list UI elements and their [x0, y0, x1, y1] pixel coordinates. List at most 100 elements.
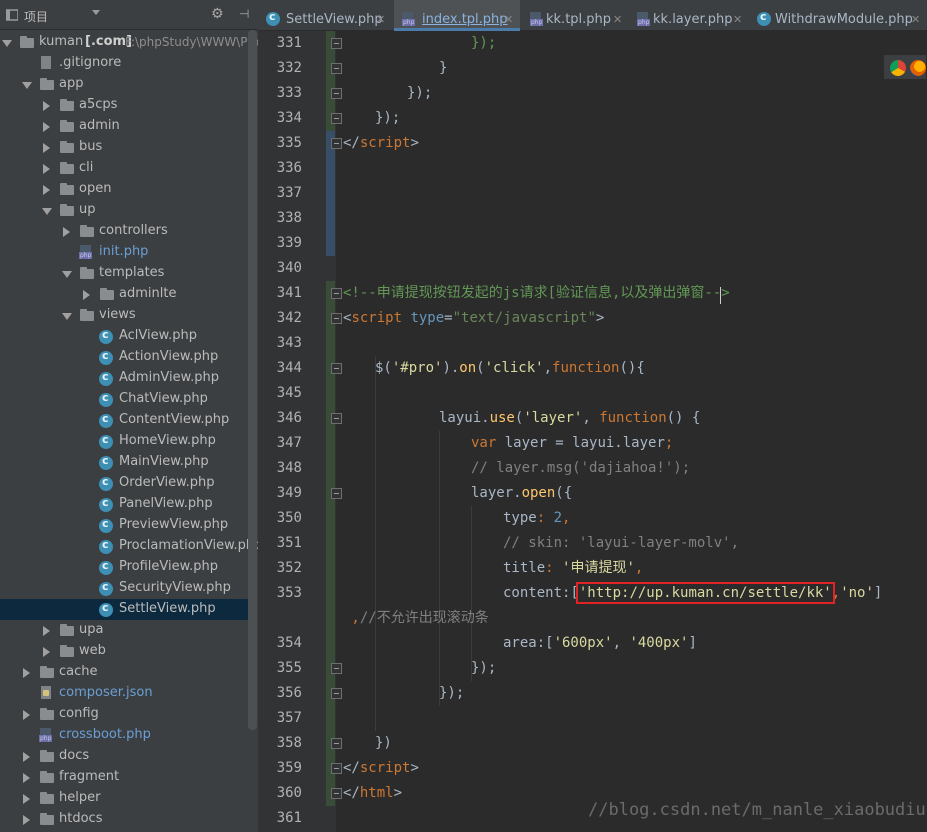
fold-icon[interactable]: [331, 763, 342, 774]
fold-icon[interactable]: [331, 288, 342, 299]
expand-arrow-icon[interactable]: [42, 208, 52, 215]
collapse-arrow-icon[interactable]: [23, 668, 30, 678]
expand-arrow-icon[interactable]: [2, 40, 12, 47]
tree-item[interactable]: htdocs: [0, 809, 250, 830]
code-text: (: [476, 360, 485, 376]
tree-item[interactable]: config: [0, 704, 250, 725]
fold-icon[interactable]: [331, 788, 342, 799]
hide-panel-icon[interactable]: ⊣: [239, 8, 249, 20]
code-text: layer.: [471, 485, 522, 501]
tree-item[interactable]: AclView.php: [0, 326, 250, 347]
tree-item[interactable]: ProclamationView.php: [0, 536, 258, 557]
tree-item[interactable]: adminlte: [0, 284, 250, 305]
tree-item-label: views: [99, 307, 136, 322]
tree-item[interactable]: bus: [0, 137, 250, 158]
tree-item[interactable]: ChatView.php: [0, 389, 250, 410]
collapse-arrow-icon[interactable]: [43, 143, 50, 153]
collapse-arrow-icon[interactable]: [23, 794, 30, 804]
fold-icon[interactable]: [331, 738, 342, 749]
indent-guide: [439, 431, 440, 706]
tree-item[interactable]: templates: [0, 263, 250, 284]
close-icon[interactable]: ✕: [733, 13, 742, 26]
tree-item[interactable]: HomeView.php: [0, 431, 250, 452]
tree-item[interactable]: views: [0, 305, 250, 326]
tree-item[interactable]: open: [0, 179, 250, 200]
collapse-arrow-icon[interactable]: [23, 815, 30, 825]
tree-item[interactable]: cli: [0, 158, 250, 179]
tree-item[interactable]: app: [0, 74, 250, 95]
tree-item[interactable]: MainView.php: [0, 452, 250, 473]
fold-icon[interactable]: [331, 63, 342, 74]
highlighted-url[interactable]: 'http://up.kuman.cn/settle/kk': [575, 582, 835, 604]
firefox-icon[interactable]: [910, 60, 926, 76]
collapse-arrow-icon[interactable]: [43, 626, 50, 636]
tab-kk-tpl[interactable]: kk.tpl.php ✕: [522, 0, 627, 31]
tab-settleview[interactable]: SettleView.php ✕: [258, 0, 392, 31]
tree-item[interactable]: upa: [0, 620, 250, 641]
php-class-icon: [99, 454, 113, 470]
tree-item[interactable]: ActionView.php: [0, 347, 250, 368]
collapse-arrow-icon[interactable]: [43, 647, 50, 657]
project-panel-title[interactable]: 项目: [24, 8, 48, 25]
close-icon[interactable]: ✕: [911, 13, 920, 26]
tree-item[interactable]: composer.json: [0, 683, 250, 704]
fold-icon[interactable]: [331, 38, 342, 49]
tree-item[interactable]: PanelView.php: [0, 494, 250, 515]
expand-arrow-icon[interactable]: [22, 82, 32, 89]
fold-icon[interactable]: [331, 138, 342, 149]
fold-icon[interactable]: [331, 363, 342, 374]
sidebar-scrollbar[interactable]: [248, 30, 257, 730]
tree-item[interactable]: crossboot.php: [0, 725, 250, 746]
tree-item[interactable]: cache: [0, 662, 250, 683]
tree-item[interactable]: SettleView.php: [0, 599, 250, 620]
close-icon[interactable]: ✕: [376, 13, 385, 26]
chrome-icon[interactable]: [890, 60, 906, 76]
expand-arrow-icon[interactable]: [62, 271, 72, 278]
collapse-arrow-icon[interactable]: [23, 752, 30, 762]
tree-item[interactable]: controllers: [0, 221, 250, 242]
collapse-arrow-icon[interactable]: [23, 710, 30, 720]
code-text: }: [439, 60, 448, 76]
tree-item[interactable]: .gitignore: [0, 53, 250, 74]
tree-item[interactable]: OrderView.php: [0, 473, 250, 494]
tab-kk-layer[interactable]: kk.layer.php ✕: [629, 0, 747, 31]
tree-item[interactable]: init.php: [0, 242, 250, 263]
tree-item[interactable]: admin: [0, 116, 250, 137]
collapse-arrow-icon[interactable]: [43, 185, 50, 195]
collapse-arrow-icon[interactable]: [43, 122, 50, 132]
fold-icon[interactable]: [331, 413, 342, 424]
tab-index-tpl[interactable]: index.tpl.php ✕: [394, 0, 520, 31]
code-editor[interactable]: 331 332 333 334 335 336 337 338 339 340 341 342 343 3…: [258, 31, 927, 832]
fold-icon[interactable]: [331, 488, 342, 499]
collapse-arrow-icon[interactable]: [43, 164, 50, 174]
collapse-arrow-icon[interactable]: [23, 773, 30, 783]
tree-item[interactable]: PreviewView.php: [0, 515, 250, 536]
tree-item[interactable]: SecurityView.php: [0, 578, 250, 599]
fold-icon[interactable]: [331, 663, 342, 674]
fold-icon[interactable]: [331, 113, 342, 124]
tree-item[interactable]: ContentView.php: [0, 410, 250, 431]
tree-item[interactable]: AdminView.php: [0, 368, 250, 389]
collapse-arrow-icon[interactable]: [63, 227, 70, 237]
tree-item[interactable]: web: [0, 641, 250, 662]
gear-icon[interactable]: ⚙: [211, 7, 224, 21]
collapse-arrow-icon[interactable]: [43, 101, 50, 111]
fold-icon[interactable]: [331, 88, 342, 99]
expand-arrow-icon[interactable]: [62, 313, 72, 320]
tree-item[interactable]: up: [0, 200, 250, 221]
tree-item[interactable]: kuman [.com] F:\phpStudy\WWW\Pro: [0, 32, 258, 53]
tree-item[interactable]: a5cps: [0, 95, 250, 116]
tab-withdrawmodule[interactable]: WithdrawModule.php ✕: [749, 0, 927, 31]
tree-item[interactable]: fragment: [0, 767, 250, 788]
fold-icon[interactable]: [331, 688, 342, 699]
close-icon[interactable]: ✕: [613, 13, 622, 26]
fold-icon[interactable]: [331, 313, 342, 324]
tree-item[interactable]: ProfileView.php: [0, 557, 250, 578]
close-icon[interactable]: ✕: [504, 13, 513, 26]
collapse-arrow-icon[interactable]: [83, 290, 90, 300]
code-text: () {: [666, 410, 701, 426]
tree-item[interactable]: docs: [0, 746, 250, 767]
code-text: :: [545, 560, 563, 576]
tree-item[interactable]: helper: [0, 788, 250, 809]
chevron-down-icon[interactable]: [92, 10, 100, 15]
